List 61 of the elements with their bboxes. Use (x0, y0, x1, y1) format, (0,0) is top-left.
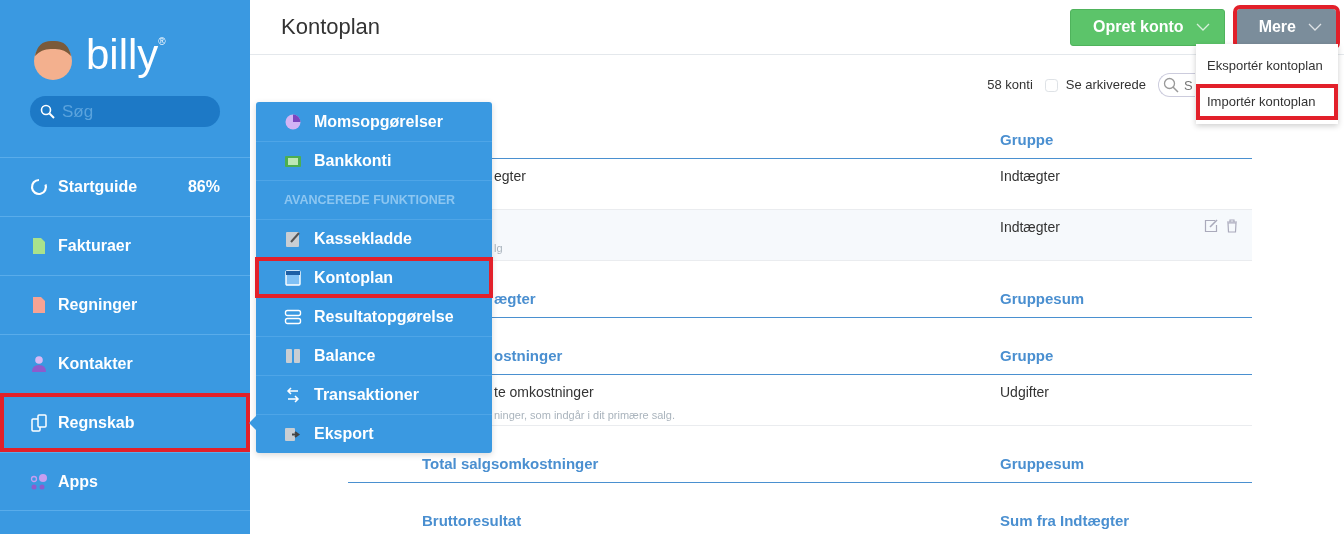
page-title: Kontoplan (281, 13, 381, 41)
sidebar-item[interactable]: Startguide 86% (0, 157, 250, 216)
group-cell-text: Indtægter (1000, 166, 1060, 186)
caret-icon (1308, 22, 1322, 32)
group-cell-text: Indtægter (1000, 217, 1060, 237)
account-description: lg (494, 240, 504, 256)
search-field[interactable]: Søg (30, 96, 220, 127)
checkbox-label: Se arkiverede (1065, 76, 1146, 95)
account-description: ninger, som indgår i dit primære salg. (494, 407, 676, 423)
menu-item[interactable]: Transaktioner (256, 375, 492, 414)
search-field[interactable]: S (1158, 73, 1195, 97)
documents-icon (30, 414, 48, 432)
export-icon (284, 425, 302, 443)
notepad-icon (284, 230, 302, 248)
registered-mark: ® (158, 36, 166, 47)
sidebar-item[interactable]: Fakturaer (0, 216, 250, 275)
progress-ring-icon (30, 178, 48, 196)
sidebar-item[interactable]: Kontakter (0, 334, 250, 393)
column-header: Gruppesum (1000, 454, 1085, 474)
apps-icon (30, 472, 48, 491)
document-icon (30, 296, 48, 314)
stacked-bars-icon (284, 308, 302, 326)
column-header: Gruppesum (1000, 289, 1085, 309)
total-label: ægter (494, 289, 537, 309)
create-button[interactable]: Opret konto (1069, 8, 1225, 46)
group-cell-text: Udgifter (1000, 382, 1050, 402)
menu-heading: AVANCEREDE FUNKTIONER (256, 180, 492, 219)
trash-icon[interactable] (1226, 218, 1238, 233)
progress-percent: 86% (187, 177, 220, 197)
column-header: Gruppe (1000, 130, 1054, 150)
column-header: Sum fra Indtægter (1000, 511, 1130, 531)
menu-item[interactable]: Momsopgørelser (256, 102, 492, 141)
logo-text: billy$^{®}$ (86, 34, 166, 76)
column-header: Gruppe (1000, 346, 1054, 366)
section-heading: ostninger (494, 346, 564, 366)
menu-item[interactable]: Importér kontoplan (1196, 84, 1338, 120)
account-name: egter (494, 166, 527, 186)
menu-item[interactable]: Balance (256, 336, 492, 375)
search-icon (1163, 77, 1179, 93)
total-label: Total salgsomkostninger (422, 454, 600, 474)
archived-checkbox[interactable] (1044, 78, 1058, 92)
menu-item[interactable]: Resultatopgørelse (256, 297, 492, 336)
sidebar-item[interactable]: Apps (0, 452, 250, 511)
sidebar-item[interactable]: Regnskab (0, 393, 250, 452)
account-count: 58 konti (987, 76, 1033, 95)
menu-item[interactable]: Eksport (256, 414, 492, 453)
sidebar-item[interactable]: Regninger (0, 275, 250, 334)
person-icon (30, 355, 48, 373)
arrows-icon (284, 386, 302, 404)
account-name: te omkostninger (494, 382, 595, 402)
columns-icon (284, 347, 302, 365)
menu-item[interactable]: Kassekladde (256, 219, 492, 258)
menu-item[interactable]: Eksportér kontoplan (1196, 48, 1338, 84)
total-label: Bruttoresultat (422, 511, 523, 531)
menu-item[interactable]: Bankkonti (256, 141, 492, 180)
menu-item[interactable]: Kontoplan (256, 258, 492, 297)
caret-icon (1195, 22, 1210, 32)
edit-icon[interactable] (1204, 218, 1218, 233)
window-icon (284, 269, 302, 287)
document-icon (30, 237, 48, 255)
pie-chart-icon (284, 112, 302, 131)
